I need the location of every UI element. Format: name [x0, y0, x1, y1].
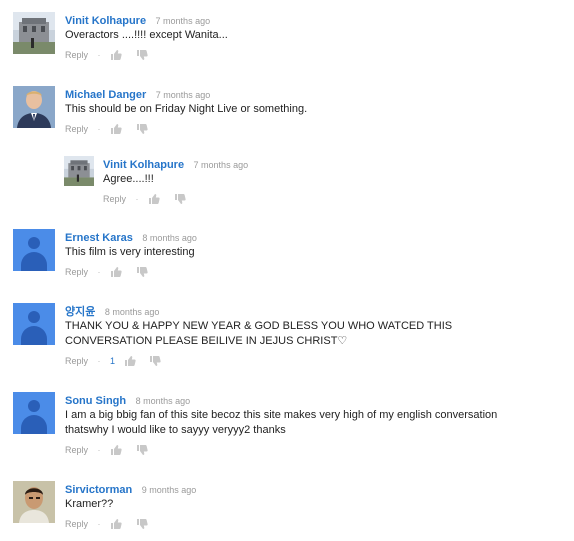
avatar[interactable] — [13, 229, 55, 271]
comment-meta: Vinit Kolhapure 7 months ago — [65, 12, 535, 27]
comment-time[interactable]: 9 months ago — [142, 485, 197, 495]
comment-meta: Michael Danger 7 months ago — [65, 86, 535, 101]
comment-meta: Sirvictorman 9 months ago — [65, 481, 535, 496]
comment-author[interactable]: Vinit Kolhapure — [103, 159, 184, 171]
comment-time[interactable]: 7 months ago — [156, 90, 211, 100]
comment-author[interactable]: 양지윤 — [65, 306, 95, 318]
comment-content: Sirvictorman 9 months ago Kramer?? Reply… — [65, 481, 535, 530]
comment-content: 양지윤 8 months ago THANK YOU & HAPPY NEW Y… — [65, 303, 535, 367]
comment-actions: Reply · — [65, 121, 535, 135]
reply-button[interactable]: Reply — [65, 517, 88, 531]
comment-actions: Reply · 1 — [65, 353, 535, 367]
reply-button[interactable]: Reply — [65, 122, 88, 136]
thumbs-down-icon[interactable] — [136, 444, 148, 456]
separator-dot: · — [97, 355, 101, 366]
thumbs-up-icon[interactable] — [110, 518, 122, 530]
separator-dot: · — [97, 49, 101, 60]
separator-dot: · — [97, 266, 101, 277]
reply-button[interactable]: Reply — [65, 265, 88, 279]
default-user-icon — [28, 400, 40, 412]
default-user-icon — [28, 237, 40, 249]
thumbs-up-icon[interactable] — [110, 49, 122, 61]
comment-author[interactable]: Michael Danger — [65, 89, 146, 101]
thumbs-down-icon[interactable] — [136, 518, 148, 530]
comment-author[interactable]: Vinit Kolhapure — [65, 15, 146, 27]
comment-content: Sonu Singh 8 months ago I am a big bbig … — [65, 392, 535, 456]
comment-text: Kramer?? — [65, 498, 114, 510]
thumbs-up-icon[interactable] — [148, 193, 160, 205]
avatar[interactable] — [13, 481, 55, 523]
comment-text: Agree....!!! — [103, 173, 154, 185]
thumbs-down-icon[interactable] — [174, 193, 186, 205]
comment-text: I am a big bbig fan of this site becoz t… — [65, 409, 498, 436]
comment-text: THANK YOU & HAPPY NEW YEAR & GOD BLESS Y… — [65, 320, 453, 347]
comment-content: Vinit Kolhapure 7 months ago Overactors … — [65, 12, 535, 61]
comment-content: Ernest Karas 8 months ago This film is v… — [65, 229, 535, 278]
comment-content: Michael Danger 7 months ago This should … — [65, 86, 535, 135]
like-count: 1 — [110, 355, 116, 366]
comment-time[interactable]: 7 months ago — [156, 16, 211, 26]
avatar[interactable] — [64, 156, 94, 186]
thumbs-up-icon[interactable] — [110, 444, 122, 456]
comment-meta: Ernest Karas 8 months ago — [65, 229, 535, 244]
reply-button[interactable]: Reply — [65, 443, 88, 457]
separator-dot: · — [97, 123, 101, 134]
comment-time[interactable]: 8 months ago — [105, 307, 160, 317]
avatar[interactable] — [13, 303, 55, 345]
comment-text: This film is very interesting — [65, 246, 195, 258]
comment-author[interactable]: Sonu Singh — [65, 395, 126, 407]
comment-actions: Reply · — [65, 516, 535, 530]
comment-time[interactable]: 8 months ago — [136, 396, 191, 406]
comment-time[interactable]: 8 months ago — [142, 233, 197, 243]
comment-meta: Sonu Singh 8 months ago — [65, 392, 535, 407]
reply-button[interactable]: Reply — [65, 354, 88, 368]
reply-button[interactable]: Reply — [65, 48, 88, 62]
thumbs-down-icon[interactable] — [136, 49, 148, 61]
comment-time[interactable]: 7 months ago — [194, 160, 249, 170]
comment-text: This should be on Friday Night Live or s… — [65, 103, 308, 115]
separator-dot: · — [135, 193, 139, 204]
comment-author[interactable]: Ernest Karas — [65, 232, 133, 244]
thumbs-up-icon[interactable] — [124, 355, 136, 367]
thumbs-down-icon[interactable] — [136, 266, 148, 278]
avatar[interactable] — [13, 392, 55, 434]
thumbs-up-icon[interactable] — [110, 266, 122, 278]
thumbs-up-icon[interactable] — [110, 123, 122, 135]
avatar[interactable] — [13, 86, 55, 128]
comment-actions: Reply · — [65, 264, 535, 278]
comment-actions: Reply · — [65, 47, 535, 61]
separator-dot: · — [97, 444, 101, 455]
reply-button[interactable]: Reply — [103, 192, 126, 206]
comment-meta: Vinit Kolhapure 7 months ago — [103, 156, 573, 171]
thumbs-down-icon[interactable] — [149, 355, 161, 367]
comment-actions: Reply · — [65, 442, 535, 456]
thumbs-down-icon[interactable] — [136, 123, 148, 135]
default-user-icon — [28, 311, 40, 323]
comment-actions: Reply · — [103, 191, 573, 205]
separator-dot: · — [97, 518, 101, 529]
comment-content: Vinit Kolhapure 7 months ago Agree....!!… — [103, 156, 573, 205]
comment-text: Overactors ....!!!! except Wanita... — [65, 29, 228, 41]
comment-meta: 양지윤 8 months ago — [65, 303, 535, 318]
avatar[interactable] — [13, 12, 55, 54]
comment-author[interactable]: Sirvictorman — [65, 484, 132, 496]
